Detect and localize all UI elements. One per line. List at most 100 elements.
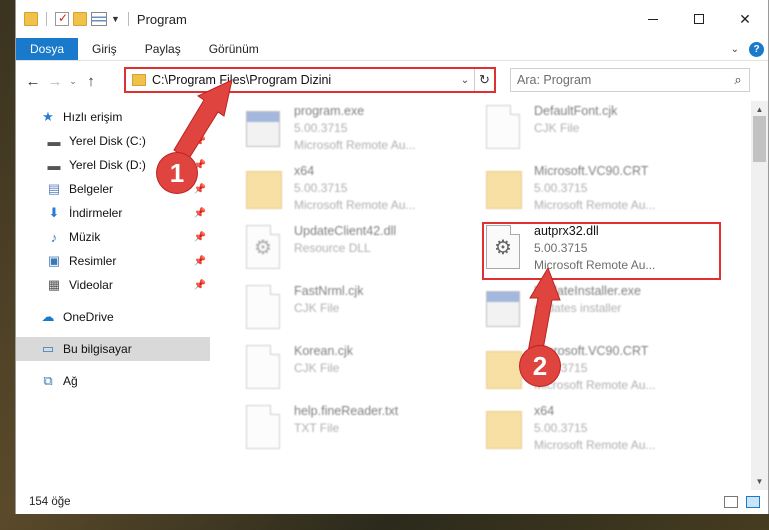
properties-check-icon[interactable] [55,11,69,26]
tab-view[interactable]: Görünüm [195,38,273,60]
sidebar-item-music[interactable]: ♪ Müzik 📌 [16,225,210,249]
music-note-icon: ♪ [50,229,58,245]
close-button[interactable]: ✕ [722,0,768,38]
title-bar: ▼ Program ✕ [16,0,768,38]
pin-icon[interactable]: 📌 [194,184,206,195]
file-description: Microsoft Remote Au... [534,438,656,452]
divider [127,12,129,26]
list-item[interactable]: DefaultFont.cjk CJK File [480,101,710,159]
file-name: FastNrml.cjk [294,284,364,298]
details-view-icon[interactable] [724,496,738,508]
sidebar-item-quick-access[interactable]: ★ Hızlı erişim [16,105,210,129]
navigation-bar: ← → ⌄ ↑ C:\Program Files\Program Dizini … [16,61,768,101]
file-type: TXT File [294,421,340,435]
file-description: Microsoft Remote Au... [534,198,656,212]
explorer-window: ▼ Program ✕ Dosya Giriş Paylaş Görünüm ⌄… [15,0,769,514]
pin-icon[interactable]: 📌 [194,208,206,219]
up-arrow-icon[interactable]: ↑ [80,73,102,90]
list-item[interactable]: Korean.cjk CJK File [240,341,470,399]
sidebar-item-label: OneDrive [63,310,114,324]
vertical-scrollbar[interactable]: ▲ ▼ [751,101,768,490]
sidebar-item-videos[interactable]: ▦ Videolar 📌 [16,273,210,297]
folder-icon [246,165,286,215]
computer-icon: ▭ [41,341,55,356]
file-description: updates installer [534,301,622,315]
search-input[interactable]: Ara: Program [517,73,727,87]
list-item[interactable]: FastNrml.cjk CJK File [240,281,470,339]
back-arrow-icon[interactable]: ← [22,73,44,90]
forward-arrow-icon[interactable]: → [44,73,66,90]
maximize-button[interactable] [676,0,722,38]
file-name: Microsoft.VC90.CRT [534,164,649,178]
minimize-icon [648,18,658,20]
search-box[interactable]: Ara: Program ⌕ [510,68,750,92]
sidebar-item-label: İndirmeler [69,206,123,220]
file-list: program.exe 5.00.3715 Microsoft Remote Au.… [210,101,768,490]
sidebar-item-label: Videolar [69,278,113,292]
tab-share[interactable]: Paylaş [131,38,195,60]
sidebar-item-label: Belgeler [69,182,114,196]
sidebar-item-network[interactable]: ⧉ Ağ [16,369,210,393]
chevron-down-icon[interactable]: ⌄ [456,75,474,86]
main-content: ★ Hızlı erişim ▬ Yerel Disk (C:) 📌 ▬ Yer… [16,101,768,490]
file-type: CJK File [534,121,580,135]
pin-icon[interactable]: 📌 [194,280,206,291]
sidebar-item-onedrive[interactable]: ☁ OneDrive [16,305,210,329]
recent-locations-icon[interactable]: ⌄ [66,76,80,87]
sidebar-item-downloads[interactable]: ⬇ İndirmeler 📌 [16,201,210,225]
file-name: x64 [534,404,555,418]
drive-icon: ▬ [47,157,61,173]
file-name: program.exe [294,104,365,118]
list-item[interactable]: ⚙ UpdateClient42.dll Resource DLL [240,221,470,279]
search-icon[interactable]: ⌕ [727,72,749,88]
large-icons-view-icon[interactable] [746,496,760,508]
folder-icon [486,165,526,215]
help-icon[interactable]: ? [749,42,764,57]
documents-icon: ▤ [47,181,61,196]
list-item[interactable]: program.exe 5.00.3715 Microsoft Remote Au.… [240,101,470,159]
list-item[interactable]: Microsoft.VC90.CRT 5.00.3715 Microsoft Rem… [480,341,710,399]
pin-icon[interactable]: 📌 [194,256,206,267]
address-bar[interactable]: C:\Program Files\Program Dizini ⌄ ↻ [124,67,496,93]
maximize-icon [694,14,704,24]
list-item[interactable]: x64 5.00.3715 Microsoft Remote Au... [480,401,710,459]
cloud-icon: ☁ [41,309,55,324]
address-path[interactable]: C:\Program Files\Program Dizini [152,73,456,87]
expand-ribbon-icon[interactable]: ⌄ [731,44,739,55]
file-name: UpdateInstaller.exe [534,284,642,298]
tab-home[interactable]: Giriş [78,38,131,60]
installer-icon [486,285,526,335]
customize-dropdown-icon[interactable]: ▼ [111,14,120,24]
pin-icon[interactable]: 📌 [194,136,206,147]
status-bar: 154 öğe [16,490,768,514]
scroll-thumb[interactable] [753,116,766,162]
sidebar-item-label: Ağ [63,374,78,388]
file-description: Microsoft Remote Au... [294,198,416,212]
list-item[interactable]: Microsoft.VC90.CRT 5.00.3715 Microsoft Rem… [480,161,710,219]
new-folder-icon[interactable] [73,12,87,26]
sidebar-item-local-disk-c[interactable]: ▬ Yerel Disk (C:) 📌 [16,129,210,153]
network-icon: ⧉ [43,373,53,388]
properties-icon[interactable] [91,12,107,26]
list-item[interactable]: help.fineReader.txt TXT File [240,401,470,459]
pin-icon[interactable]: 📌 [194,232,206,243]
file-name: UpdateClient42.dll [294,224,397,238]
list-item[interactable]: UpdateInstaller.exe updates installer [480,281,710,339]
window-title: Program [136,11,187,27]
refresh-icon[interactable]: ↻ [474,69,494,91]
video-icon: ▦ [47,277,61,292]
sidebar-item-pictures[interactable]: ▣ Resimler 📌 [16,249,210,273]
minimize-button[interactable] [630,0,676,38]
file-name: Korean.cjk [294,344,354,358]
ribbon-right: ⌄ ? [731,38,764,61]
tab-file[interactable]: Dosya [16,38,79,60]
star-icon: ★ [42,109,54,124]
folder-icon [24,12,38,26]
list-item[interactable]: x64 5.00.3715 Microsoft Remote Au... [240,161,470,219]
file-type: Resource DLL [294,241,371,255]
file-description: Microsoft Remote Au... [294,138,416,152]
file-name: help.fineReader.txt [294,404,399,418]
folder-icon [132,74,146,86]
scroll-down-icon[interactable]: ▼ [751,473,768,490]
sidebar-item-this-pc[interactable]: ▭ Bu bilgisayar [16,337,210,361]
